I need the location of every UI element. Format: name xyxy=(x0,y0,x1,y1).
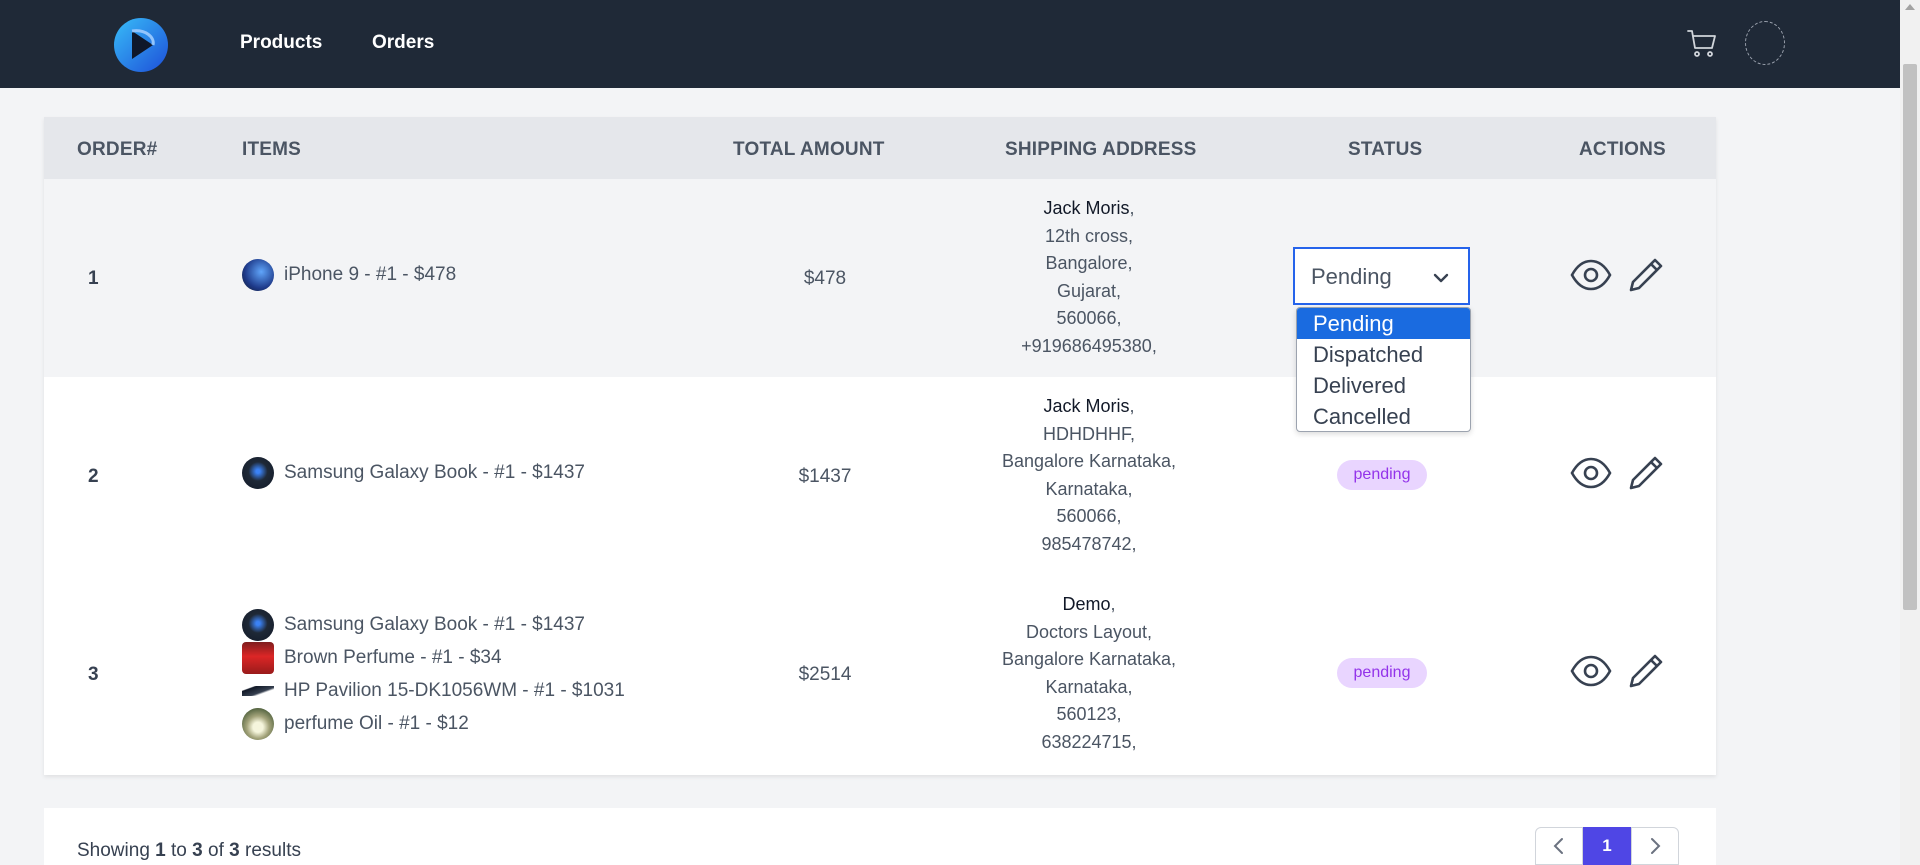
results-summary: Showing 1 to 3 of 3 results xyxy=(77,840,301,862)
order-item: perfume Oil - #1 - $12 xyxy=(242,707,469,741)
scroll-up-arrow-icon[interactable] xyxy=(1905,4,1915,10)
order-number: 1 xyxy=(88,268,99,289)
order-number: 3 xyxy=(88,664,99,685)
order-item-text: iPhone 9 - #1 - $478 xyxy=(284,264,457,285)
logo-icon[interactable] xyxy=(113,17,169,73)
order-item-text: perfume Oil - #1 - $12 xyxy=(284,713,469,734)
address-name: Demo xyxy=(1062,594,1111,614)
address-line: 12th cross, xyxy=(1044,225,1134,246)
results-label: results xyxy=(245,840,301,861)
header-total-amount: TOTAL AMOUNT xyxy=(733,139,885,160)
order-number: 2 xyxy=(88,466,99,487)
address-line: Karnataka, xyxy=(1045,676,1133,697)
prev-page-button[interactable] xyxy=(1535,827,1583,865)
header-status: STATUS xyxy=(1348,139,1423,160)
results-from: 1 xyxy=(155,840,166,861)
status-badge: pending xyxy=(1337,658,1427,688)
address-line: 638224715, xyxy=(1041,731,1137,752)
status-option-dispatched[interactable]: Dispatched xyxy=(1297,339,1470,370)
orders-table: ORDER# ITEMS TOTAL AMOUNT SHIPPING ADDRE… xyxy=(44,117,1716,775)
product-thumbnail xyxy=(242,642,274,674)
edit-pencil-icon[interactable] xyxy=(1625,452,1667,494)
address-line: Karnataka, xyxy=(1045,478,1133,499)
order-item: HP Pavilion 15-DK1056WM - #1 - $1031 xyxy=(242,674,625,708)
view-eye-icon[interactable] xyxy=(1570,254,1612,296)
header-items: ITEMS xyxy=(242,139,302,160)
status-badge: pending xyxy=(1337,460,1427,490)
address-name: Jack Moris xyxy=(1043,396,1130,416)
chevron-left-icon xyxy=(1553,838,1563,854)
shipping-address: Demo, Doctors Layout, Bangalore Karnatak… xyxy=(979,591,1199,756)
header-actions: ACTIONS xyxy=(1579,139,1666,160)
order-total: $2514 xyxy=(798,664,852,685)
next-page-button[interactable] xyxy=(1631,827,1679,865)
product-thumbnail xyxy=(242,708,274,740)
address-name: Jack Moris xyxy=(1043,198,1130,218)
nav-orders-link[interactable]: Orders xyxy=(372,32,434,54)
view-eye-icon[interactable] xyxy=(1570,452,1612,494)
header-order: ORDER# xyxy=(77,139,158,160)
table-row: 3 Samsung Galaxy Book - #1 - $1437 Brown… xyxy=(44,575,1716,773)
order-item-text: HP Pavilion 15-DK1056WM - #1 - $1031 xyxy=(284,680,625,701)
showing-label: Showing xyxy=(77,840,150,861)
product-thumbnail xyxy=(242,609,274,641)
edit-pencil-icon[interactable] xyxy=(1625,254,1667,296)
nav-products-link[interactable]: Products xyxy=(240,32,322,54)
address-line: Bangalore Karnataka, xyxy=(1001,649,1177,669)
order-item-text: Brown Perfume - #1 - $34 xyxy=(284,647,502,668)
status-option-cancelled[interactable]: Cancelled xyxy=(1297,401,1470,431)
address-line: HDHDHHF, xyxy=(1043,423,1135,444)
order-total: $1437 xyxy=(798,466,852,487)
product-thumbnail xyxy=(242,686,274,696)
address-line: Bangalore Karnataka, xyxy=(1001,451,1177,471)
header-shipping-address: SHIPPING ADDRESS xyxy=(1005,139,1197,160)
address-line: 560123, xyxy=(1056,704,1122,724)
address-line: Bangalore, xyxy=(1045,253,1133,273)
results-to: 3 xyxy=(192,840,203,861)
address-line: 985478742, xyxy=(1041,533,1137,554)
edit-pencil-icon[interactable] xyxy=(1625,650,1667,692)
top-navbar: Products Orders xyxy=(0,0,1900,88)
of-label: of xyxy=(208,840,224,861)
status-select-value: Pending xyxy=(1311,264,1392,289)
results-total: 3 xyxy=(229,840,240,861)
order-total: $478 xyxy=(803,268,847,289)
table-header: ORDER# ITEMS TOTAL AMOUNT SHIPPING ADDRE… xyxy=(44,117,1716,179)
status-option-pending[interactable]: Pending xyxy=(1297,308,1470,339)
order-item: Samsung Galaxy Book - #1 - $1437 xyxy=(242,456,585,490)
order-item-text: Samsung Galaxy Book - #1 - $1437 xyxy=(284,462,586,483)
user-avatar[interactable] xyxy=(1745,21,1785,65)
order-item: Brown Perfume - #1 - $34 xyxy=(242,641,502,675)
shipping-address: Jack Moris, 12th cross, Bangalore, Gujar… xyxy=(979,195,1199,360)
pager: 1 xyxy=(1535,827,1679,865)
chevron-down-icon xyxy=(1433,273,1449,283)
status-option-delivered[interactable]: Delivered xyxy=(1297,370,1470,401)
address-line: Gujarat, xyxy=(1056,280,1122,301)
status-dropdown-menu: Pending Dispatched Delivered Cancelled xyxy=(1296,307,1471,432)
order-item: Samsung Galaxy Book - #1 - $1437 xyxy=(242,608,585,642)
product-thumbnail xyxy=(242,457,274,489)
to-label: to xyxy=(171,840,187,861)
address-line: 560066, xyxy=(1056,506,1122,526)
scroll-thumb[interactable] xyxy=(1903,64,1917,610)
order-item: iPhone 9 - #1 - $478 xyxy=(242,258,456,292)
product-thumbnail xyxy=(242,259,274,291)
page-button-current[interactable]: 1 xyxy=(1583,827,1631,865)
chevron-right-icon xyxy=(1651,838,1661,854)
address-line: 560066, xyxy=(1056,308,1122,328)
cart-icon[interactable] xyxy=(1686,27,1718,59)
order-item-text: Samsung Galaxy Book - #1 - $1437 xyxy=(284,614,586,635)
shipping-address: Jack Moris, HDHDHHF, Bangalore Karnataka… xyxy=(979,393,1199,558)
status-select[interactable]: Pending xyxy=(1293,247,1470,305)
address-line: +919686495380, xyxy=(1021,335,1157,356)
address-line: Doctors Layout, xyxy=(1025,621,1153,642)
pagination-bar: Showing 1 to 3 of 3 results 1 xyxy=(44,808,1716,865)
view-eye-icon[interactable] xyxy=(1570,650,1612,692)
